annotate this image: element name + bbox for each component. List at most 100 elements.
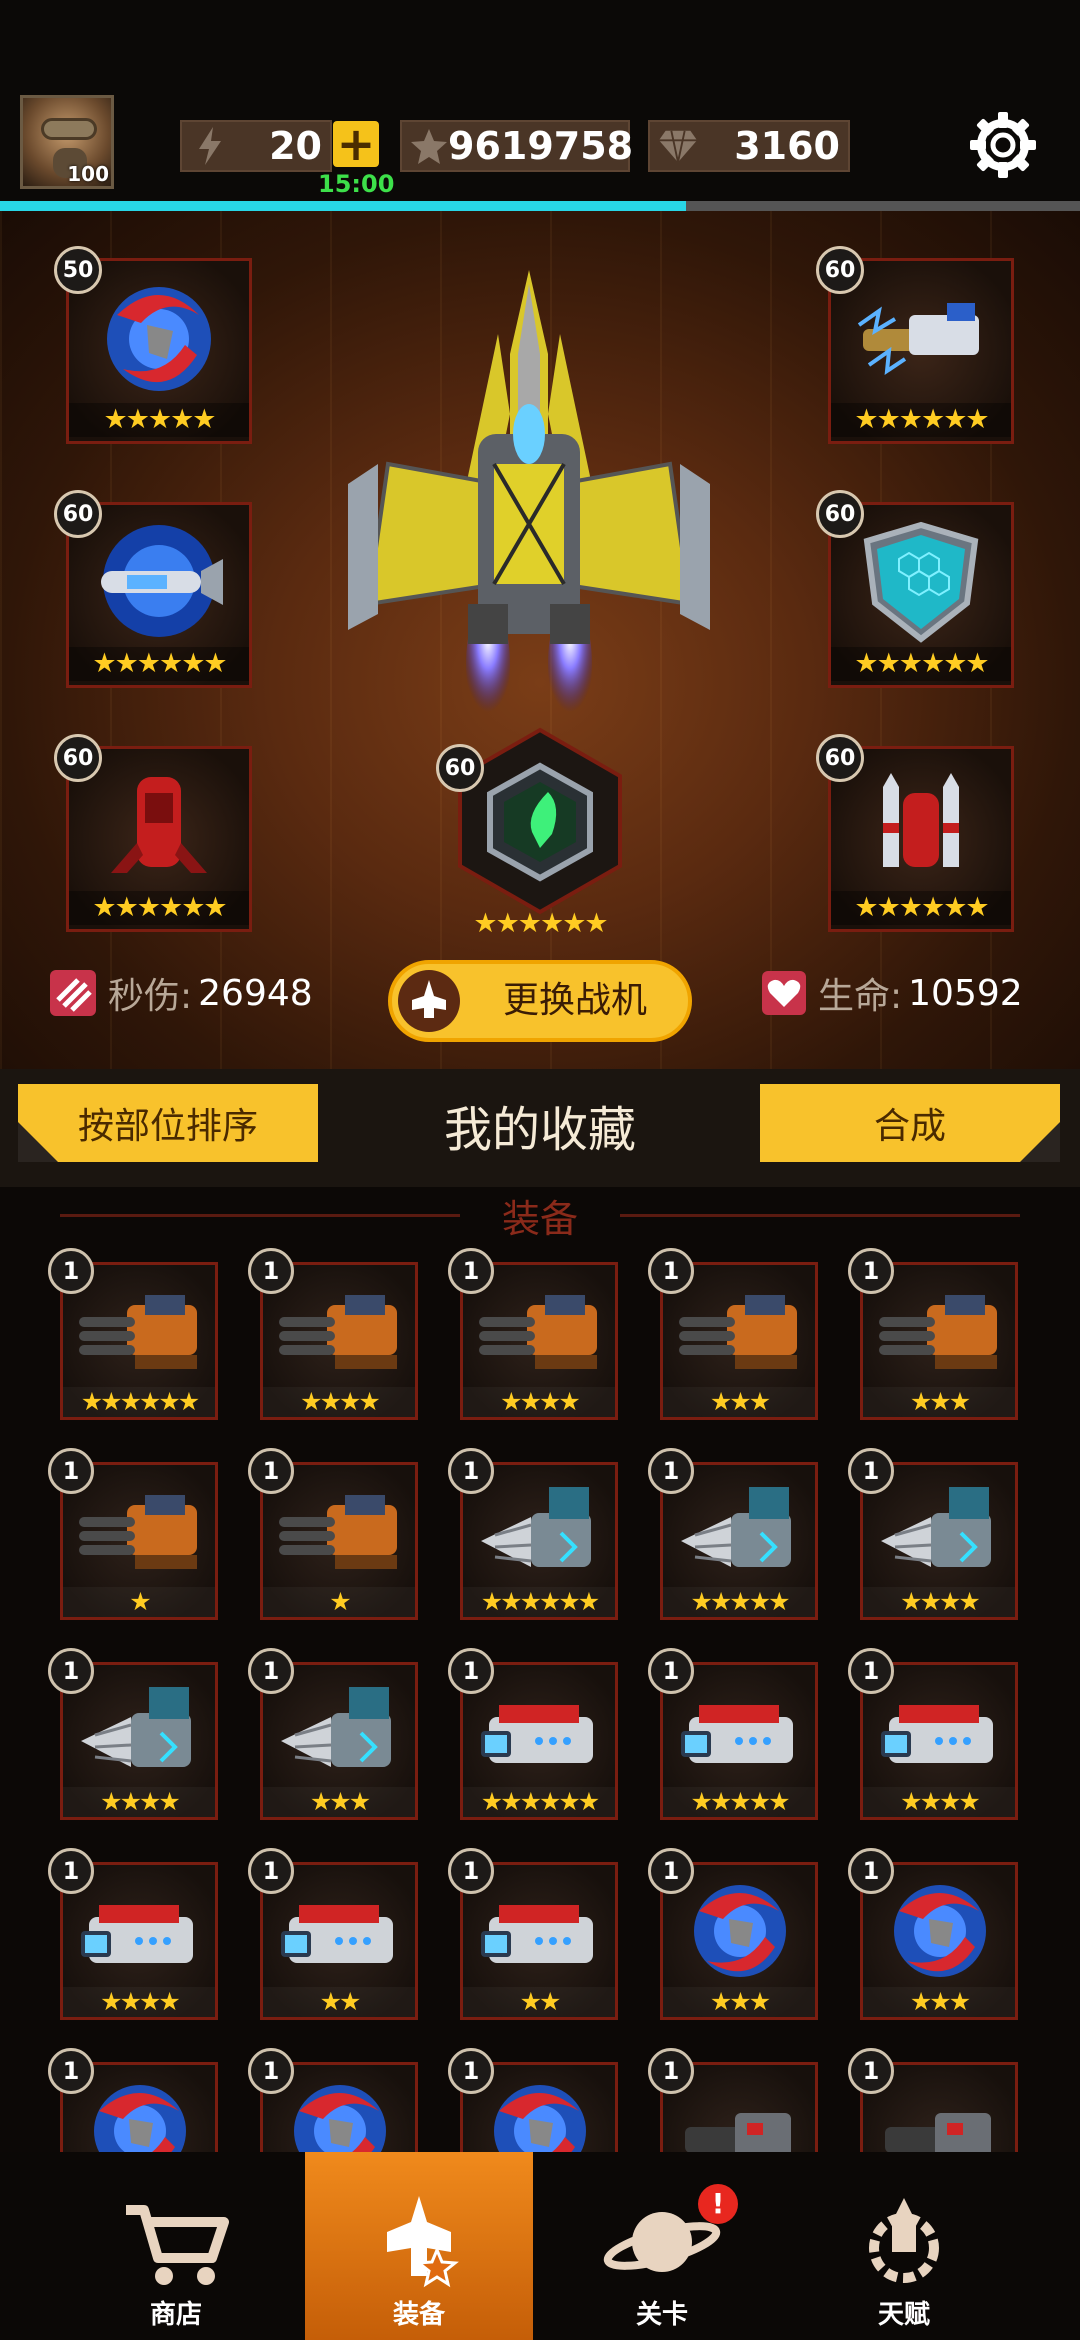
player-avatar[interactable]: 100: [20, 95, 114, 189]
nav-shop-label: 商店: [149, 2300, 202, 2330]
slot-level-badge: 60: [54, 734, 102, 782]
equipment-level-badge: 1: [448, 1448, 494, 1494]
equipment-level-badge: 1: [48, 1248, 94, 1294]
equipment-level-badge: 1: [48, 1448, 94, 1494]
slot-level-badge: 60: [436, 744, 484, 792]
drill-cannon-icon: [281, 1687, 391, 1767]
gatling-gun-icon: [679, 1295, 797, 1369]
equipment-stars: ★★: [463, 1987, 615, 2017]
equipment-level-badge: 1: [848, 1648, 894, 1694]
equipment-level-badge: 1: [448, 1248, 494, 1294]
gear-rocket-icon: [869, 2198, 939, 2283]
slot-level-badge: 60: [816, 246, 864, 294]
equipment-stars: ★★★★: [63, 1987, 215, 2017]
hex-shield-icon: [863, 521, 979, 643]
nav-equipment[interactable]: 装备: [305, 2152, 533, 2340]
equipment-stars: ★: [63, 1587, 215, 1617]
nav-talent-label: 天赋: [877, 2300, 930, 2330]
equipment-level-badge: 1: [648, 2048, 694, 2094]
slot-level-badge: 60: [54, 490, 102, 538]
equipment-level-badge: 1: [248, 1248, 294, 1294]
nav-levels[interactable]: ! 关卡: [548, 2152, 776, 2340]
equipment-stars: ★★★: [263, 1787, 415, 1817]
merge-button[interactable]: 合成: [760, 1084, 1060, 1162]
gatling-gun-icon: [279, 1495, 397, 1569]
laser-turret-icon: [881, 1705, 993, 1763]
slot-stars: ★★★★★★: [831, 647, 1011, 681]
equipment-stars: ★★★★★★: [63, 1387, 215, 1417]
gatling-gun-icon: [479, 1295, 597, 1369]
laser-turret-icon: [481, 1905, 593, 1963]
levels-alert-badge: !: [698, 2184, 738, 2224]
equipment-stars: ★★★★★: [663, 1587, 815, 1617]
diamond-icon: [658, 126, 698, 166]
add-energy-button[interactable]: +: [333, 121, 379, 167]
gem-value: 3160: [734, 124, 840, 168]
slot-level-badge: 60: [816, 734, 864, 782]
equipment-level-badge: 1: [448, 1848, 494, 1894]
equipment-stars: ★★★★: [863, 1787, 1015, 1817]
equipment-stars: ★★★★: [263, 1387, 415, 1417]
equipment-stars: ★★★★: [63, 1787, 215, 1817]
core-stars: ★★★★★★: [473, 908, 608, 939]
energy-timer: 15:00: [318, 170, 395, 198]
equipment-level-badge: 1: [648, 1848, 694, 1894]
equipment-level-badge: 1: [48, 2048, 94, 2094]
red-blade-orb-icon: [107, 287, 211, 391]
equipment-level-badge: 1: [648, 1648, 694, 1694]
sort-by-part-button[interactable]: 按部位排序: [18, 1084, 318, 1162]
gem-counter: 3160: [648, 120, 850, 172]
equipment-stars: ★★★: [863, 1387, 1015, 1417]
equipment-stars: ★: [263, 1587, 415, 1617]
health-value: 10592: [908, 972, 1023, 1014]
fighter-swap-icon: [398, 970, 460, 1032]
equipment-level-badge: 1: [248, 1448, 294, 1494]
equipment-level-badge: 1: [448, 2048, 494, 2094]
electro-cannon-icon: [857, 303, 979, 376]
star-icon: [410, 126, 448, 166]
laser-turret-icon: [481, 1705, 593, 1763]
sort-by-part-label: 按部位排序: [77, 1106, 258, 1147]
red-blade-orb-icon: [894, 1885, 986, 1977]
change-fighter-label: 更换战机: [502, 980, 647, 1021]
equipment-stars: ★★★: [663, 1987, 815, 2017]
nav-talent[interactable]: 天赋: [790, 2152, 1018, 2340]
equipment-level-badge: 1: [648, 1248, 694, 1294]
nav-levels-label: 关卡: [635, 2300, 688, 2330]
fighter-star-icon: [387, 2196, 459, 2288]
health-stat: 生命: 10592: [760, 958, 1023, 1028]
rocket-drone-icon: [883, 773, 959, 867]
red-blade-orb-icon: [694, 1885, 786, 1977]
change-fighter-button[interactable]: 更换战机: [388, 960, 692, 1042]
avatar-goggles: [41, 118, 97, 140]
damage-stat: 秒伤: 26948: [48, 958, 313, 1028]
equipment-stars: ★★★: [863, 1987, 1015, 2017]
laser-turret-icon: [281, 1905, 393, 1963]
slot-stars: ★★★★★★: [69, 647, 249, 681]
drill-cannon-icon: [81, 1687, 191, 1767]
nav-shop[interactable]: 商店: [62, 2152, 290, 2340]
damage-value: 26948: [198, 972, 313, 1014]
settings-gear-icon[interactable]: [968, 110, 1038, 180]
slot-stars: ★★★★★★: [831, 891, 1011, 925]
plasma-missile-icon: [101, 525, 223, 637]
gatling-gun-icon: [79, 1495, 197, 1569]
claw-damage-icon: [50, 970, 96, 1016]
star-value: 9619758: [448, 124, 634, 168]
equipment-level-badge: 1: [48, 1648, 94, 1694]
damage-label: 秒伤:: [108, 976, 193, 1017]
equipment-stars: ★★: [263, 1987, 415, 2017]
gatling-gun-icon: [279, 1295, 397, 1369]
health-label: 生命:: [818, 976, 903, 1017]
equipment-level-badge: 1: [648, 1448, 694, 1494]
shopping-cart-icon: [126, 2205, 229, 2285]
equipment-level-badge: 1: [248, 2048, 294, 2094]
player-fighter-jet[interactable]: [348, 264, 710, 734]
equipment-level-badge: 1: [848, 1448, 894, 1494]
energy-progress-bar: [0, 201, 1080, 211]
gatling-gun-icon: [879, 1295, 997, 1369]
equipment-stars: ★★★★★★: [463, 1787, 615, 1817]
equipment-level-badge: 1: [848, 2048, 894, 2094]
equipment-stars: ★★★★★★: [463, 1587, 615, 1617]
laser-turret-icon: [681, 1705, 793, 1763]
